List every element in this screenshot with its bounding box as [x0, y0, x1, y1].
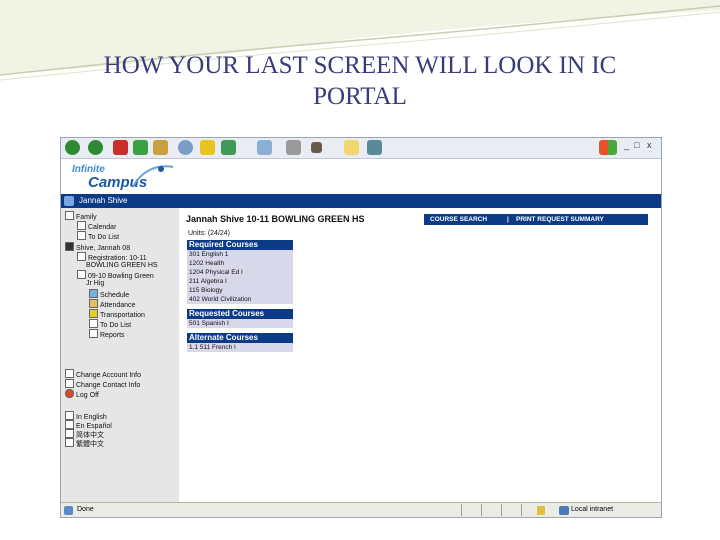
main-content: Jannah Shive 10-11 BOWLING GREEN HS COUR…: [179, 208, 661, 502]
stop-icon[interactable]: [113, 140, 128, 155]
logoff-icon: [65, 389, 74, 398]
list-icon: [89, 319, 98, 328]
requested-courses-panel: Requested Courses 501 Spanish I: [187, 309, 293, 328]
lock-icon: [537, 506, 545, 515]
sidebar-item-school: BOWLING GREEN HS: [86, 262, 158, 269]
maximize-button[interactable]: □: [634, 140, 639, 150]
edit-icon[interactable]: [311, 142, 322, 153]
schedule-icon: [89, 289, 98, 298]
favorites-icon[interactable]: [200, 140, 215, 155]
pencil-icon: [77, 252, 86, 261]
messenger-icon[interactable]: [367, 140, 382, 155]
course-row[interactable]: 211 Algebra I: [187, 277, 293, 286]
course-row[interactable]: 1204 Physical Ed I: [187, 268, 293, 277]
units-count: Units: (24/24): [188, 230, 231, 237]
sidebar-item-lang-traditional[interactable]: 繁體中文: [65, 438, 104, 449]
windows-logo-icon: [599, 140, 617, 155]
status-bar: Done Local intranet: [61, 502, 661, 517]
calendar-icon: [77, 221, 86, 230]
language-icon: [65, 411, 74, 420]
sidebar-item-reports[interactable]: Reports: [89, 329, 125, 340]
status-divider: [481, 504, 482, 516]
status-divider: [521, 504, 522, 516]
attendance-icon: [89, 299, 98, 308]
sidebar: Family Calendar To Do List Shive, Jannah…: [61, 208, 179, 502]
status-text: Done: [77, 506, 94, 513]
plus-icon: [65, 438, 74, 447]
zone-icon: [559, 506, 569, 515]
list-icon: [77, 231, 86, 240]
slide-title: HOW YOUR LAST SCREEN WILL LOOK IN IC POR…: [103, 52, 617, 110]
pencil-icon: [65, 379, 74, 388]
history-icon[interactable]: [221, 140, 236, 155]
course-row[interactable]: 402 World Civilization: [187, 295, 293, 304]
user-icon: [64, 196, 74, 206]
status-divider: [461, 504, 462, 516]
home-icon[interactable]: [153, 140, 168, 155]
browser-screenshot: _ □ x Infinite Campus Jannah Shive Famil…: [60, 137, 662, 518]
mail-icon[interactable]: [257, 140, 272, 155]
course-row[interactable]: 1.1 511 French I: [187, 343, 293, 352]
user-bar: Jannah Shive: [61, 194, 661, 208]
close-button[interactable]: x: [647, 140, 652, 150]
bus-icon: [89, 309, 98, 318]
plus-icon: [65, 429, 74, 438]
sidebar-item-jrhigh: Jr Hig: [86, 280, 105, 287]
pencil-icon: [65, 369, 74, 378]
app-header: Infinite Campus: [61, 159, 661, 194]
status-divider: [501, 504, 502, 516]
sidebar-item-logoff[interactable]: Log Off: [65, 389, 99, 400]
student-header: Jannah Shive 10-11 BOWLING GREEN HS: [186, 214, 365, 224]
course-row[interactable]: 115 Biology: [187, 286, 293, 295]
print-request-summary-link[interactable]: PRINT REQUEST SUMMARY: [516, 214, 604, 225]
required-courses-title: Required Courses: [187, 240, 293, 250]
user-name: Jannah Shive: [79, 196, 128, 205]
refresh-icon[interactable]: [133, 140, 148, 155]
student-icon: [65, 242, 74, 251]
security-zone: Local intranet: [571, 506, 614, 513]
sidebar-item-todo[interactable]: To Do List: [77, 231, 119, 242]
course-search-link[interactable]: COURSE SEARCH: [430, 214, 487, 225]
logo-swoosh-icon: [132, 165, 174, 188]
folder-icon: [65, 211, 74, 220]
ie-page-icon: [64, 506, 73, 515]
print-icon[interactable]: [286, 140, 301, 155]
folder-icon: [77, 270, 86, 279]
browser-toolbar: _ □ x: [61, 138, 661, 159]
forward-icon[interactable]: [88, 140, 103, 155]
minimize-button[interactable]: _: [624, 140, 629, 150]
search-icon[interactable]: [178, 140, 193, 155]
course-nav-bar: COURSE SEARCH | PRINT REQUEST SUMMARY: [424, 214, 648, 225]
requested-courses-title: Requested Courses: [187, 309, 293, 319]
language-icon: [65, 420, 74, 429]
nav-separator: |: [507, 216, 509, 223]
course-row[interactable]: 1202 Health: [187, 259, 293, 268]
report-icon: [89, 329, 98, 338]
alternate-courses-title: Alternate Courses: [187, 333, 293, 343]
back-icon[interactable]: [65, 140, 80, 155]
course-row[interactable]: 501 Spanish I: [187, 319, 293, 328]
alternate-courses-panel: Alternate Courses 1.1 511 French I: [187, 333, 293, 352]
course-row[interactable]: 301 English 1: [187, 250, 293, 259]
required-courses-panel: Required Courses 301 English 1 1202 Heal…: [187, 240, 293, 304]
discuss-icon[interactable]: [344, 140, 359, 155]
